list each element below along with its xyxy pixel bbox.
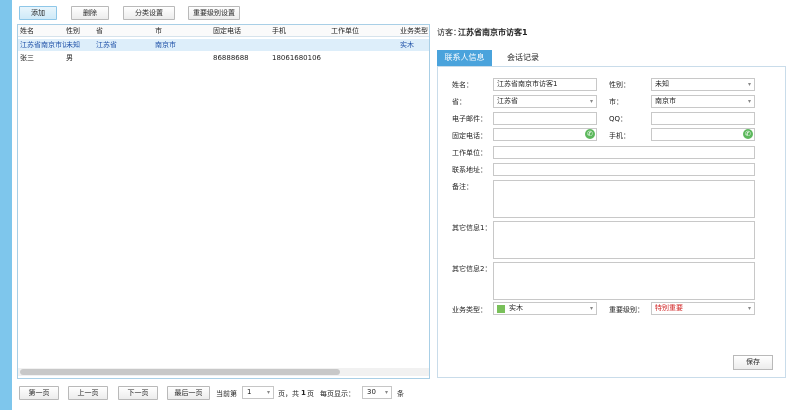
save-button[interactable]: 保存: [733, 355, 773, 370]
page-select-value: 1: [247, 388, 252, 396]
name-field[interactable]: 江苏省南京市访客1: [493, 78, 597, 91]
pages-text-suffix: 页: [307, 390, 314, 398]
importance-settings-button[interactable]: 重要级别设置: [188, 6, 240, 20]
column-header-company[interactable]: 工作单位: [331, 25, 399, 37]
city-label: 市：: [609, 98, 623, 106]
qq-label: QQ：: [609, 115, 628, 123]
left-frame-strip: [0, 0, 12, 410]
cell-phone: 86888688: [213, 54, 249, 62]
chevron-down-icon: ▾: [384, 389, 388, 396]
total-pages: 1: [301, 389, 306, 397]
phone-label: 固定电话：: [452, 132, 487, 140]
name-label: 姓名：: [452, 81, 473, 89]
province-select[interactable]: 江苏省 ▾: [493, 95, 597, 108]
pages-text-prefix: 页，共: [278, 390, 299, 398]
gender-label: 性别：: [609, 81, 630, 89]
page-select[interactable]: 1 ▾: [242, 386, 274, 399]
address-label: 联系地址：: [452, 166, 487, 174]
per-page-select[interactable]: 30 ▾: [362, 386, 392, 399]
email-label: 电子邮件：: [452, 115, 487, 123]
cell-business: [400, 52, 429, 64]
last-page-button[interactable]: 最后一页: [167, 386, 210, 400]
tab-session-history[interactable]: 会话记录: [498, 50, 548, 66]
other-info-1-label: 其它信息1：: [452, 224, 492, 232]
category-settings-button[interactable]: 分类设置: [123, 6, 175, 20]
cell-business: 实木: [400, 41, 414, 49]
cell-name: 张三: [20, 54, 34, 62]
table-row[interactable]: 江苏省南京市访客1 未知 江苏省 南京市 实木: [18, 39, 429, 51]
tab-contact-info[interactable]: 联系人信息: [437, 50, 492, 66]
importance-label: 重要级别：: [609, 306, 644, 314]
cell-gender: 未知: [66, 41, 80, 49]
column-header-name[interactable]: 姓名: [20, 25, 66, 37]
other-info-2-label: 其它信息2：: [452, 265, 492, 273]
cell-city: [155, 52, 213, 64]
column-header-province[interactable]: 省: [96, 25, 154, 37]
column-header-city[interactable]: 市: [155, 25, 213, 37]
prev-page-button[interactable]: 上一页: [68, 386, 108, 400]
qq-field[interactable]: [651, 112, 755, 125]
first-page-button[interactable]: 第一页: [19, 386, 59, 400]
per-page-label: 每页显示：: [320, 390, 355, 398]
company-field[interactable]: [493, 146, 755, 159]
cell-phone: [213, 39, 271, 51]
column-header-phone[interactable]: 固定电话: [213, 25, 271, 37]
visitor-title: 江苏省南京市访客1: [458, 28, 528, 37]
gender-value: 未知: [655, 80, 669, 88]
cell-name: 江苏省南京市访客1: [20, 41, 66, 49]
business-color-swatch: [497, 305, 505, 313]
cell-company: [331, 52, 399, 64]
importance-value: 特别重要: [655, 304, 683, 312]
cell-city: 南京市: [155, 41, 176, 49]
mobile-label: 手机：: [609, 132, 630, 140]
grid-header-row: 姓名 性别 省 市 固定电话 手机 工作单位 业务类型: [18, 25, 429, 37]
address-field[interactable]: [493, 163, 755, 176]
business-type-label: 业务类型：: [452, 306, 487, 314]
remark-textarea[interactable]: [493, 180, 755, 218]
mobile-field[interactable]: [651, 128, 755, 141]
other-info-2-textarea[interactable]: [493, 262, 755, 300]
cell-company: [331, 39, 399, 51]
city-value: 南京市: [655, 97, 676, 105]
cell-province: 江苏省: [96, 41, 117, 49]
visitor-grid: 姓名 性别 省 市 固定电话 手机 工作单位 业务类型 江苏省南京市访客1 未知…: [17, 24, 430, 379]
city-select[interactable]: 南京市 ▾: [651, 95, 755, 108]
table-row[interactable]: 张三 男 86888688 18061680106: [18, 52, 429, 64]
cell-mobile: [272, 39, 330, 51]
column-header-mobile[interactable]: 手机: [272, 25, 330, 37]
business-type-select[interactable]: 实木 ▾: [493, 302, 597, 315]
gender-select[interactable]: 未知 ▾: [651, 78, 755, 91]
phone-field[interactable]: [493, 128, 597, 141]
current-page-label: 当前第: [216, 390, 237, 398]
cell-gender: 男: [66, 54, 73, 62]
per-page-value: 30: [367, 388, 376, 396]
cell-mobile: 18061680106: [272, 54, 321, 62]
other-info-1-textarea[interactable]: [493, 221, 755, 259]
phone-icon[interactable]: ✆: [585, 129, 595, 139]
per-page-unit: 条: [397, 390, 404, 398]
remark-label: 备注：: [452, 183, 473, 191]
add-button[interactable]: 添加: [19, 6, 57, 20]
province-label: 省：: [452, 98, 466, 106]
cell-province: [96, 52, 154, 64]
chevron-down-icon: ▾: [266, 389, 270, 396]
chevron-down-icon: ▾: [589, 305, 593, 312]
company-label: 工作单位：: [452, 149, 487, 157]
chevron-down-icon: ▾: [747, 98, 751, 105]
scrollbar-thumb[interactable]: [20, 369, 340, 375]
chevron-down-icon: ▾: [747, 305, 751, 312]
chevron-down-icon: ▾: [747, 81, 751, 88]
province-value: 江苏省: [497, 97, 518, 105]
next-page-button[interactable]: 下一页: [118, 386, 158, 400]
delete-button[interactable]: 删除: [71, 6, 109, 20]
business-type-value: 实木: [509, 304, 523, 312]
importance-select[interactable]: 特别重要 ▾: [651, 302, 755, 315]
chevron-down-icon: ▾: [589, 98, 593, 105]
column-header-business[interactable]: 业务类型: [400, 25, 429, 37]
horizontal-scrollbar[interactable]: [18, 368, 429, 376]
phone-icon[interactable]: ✆: [743, 129, 753, 139]
email-field[interactable]: [493, 112, 597, 125]
column-header-gender[interactable]: 性别: [66, 25, 96, 37]
